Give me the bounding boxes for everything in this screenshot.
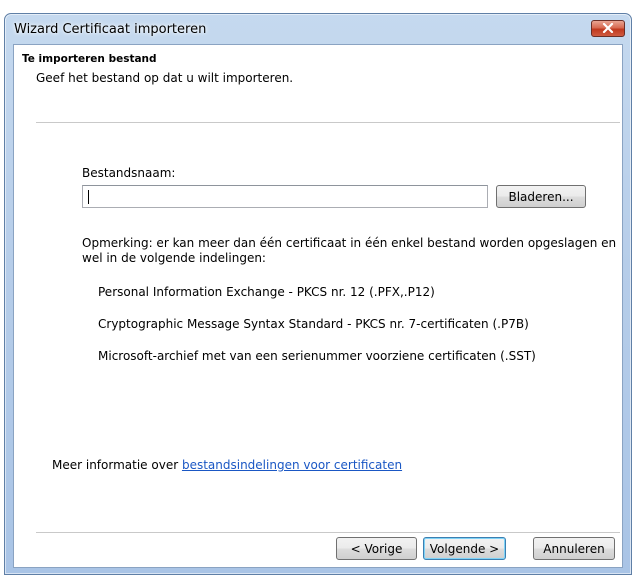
filename-label: Bestandsnaam:: [82, 166, 176, 180]
wizard-content: Te importeren bestand Geef het bestand o…: [13, 44, 623, 568]
next-button[interactable]: Volgende >: [423, 537, 506, 560]
close-button[interactable]: [591, 20, 625, 37]
window-title: Wizard Certificaat importeren: [14, 22, 207, 37]
page-title: Te importeren bestand: [22, 53, 157, 65]
browse-button[interactable]: Bladeren...: [496, 185, 586, 208]
page-subtitle: Geef het bestand op dat u wilt importere…: [36, 71, 294, 85]
close-icon: [602, 22, 614, 36]
footer-separator: [36, 532, 620, 534]
text-caret: [88, 190, 89, 204]
note-line-1: Opmerking: er kan meer dan één certifica…: [82, 236, 617, 250]
more-info-text: Meer informatie over bestandsindelingen …: [52, 458, 402, 472]
more-info-prefix: Meer informatie over: [52, 458, 182, 472]
dialog-window: Wizard Certificaat importeren Te importe…: [4, 13, 632, 575]
formats-help-link[interactable]: bestandsindelingen voor certificaten: [182, 458, 402, 472]
filename-input[interactable]: [82, 185, 488, 208]
format-item: Personal Information Exchange - PKCS nr.…: [98, 285, 435, 299]
format-item: Microsoft-archief met van een serienumme…: [98, 349, 536, 363]
note-line-2: wel in de volgende indelingen:: [82, 251, 266, 265]
back-button[interactable]: < Vorige: [336, 537, 417, 560]
header-separator: [36, 122, 620, 124]
background-window-edge: [0, 0, 637, 14]
format-item: Cryptographic Message Syntax Standard - …: [98, 317, 529, 331]
title-bar[interactable]: Wizard Certificaat importeren: [5, 14, 631, 44]
cancel-button[interactable]: Annuleren: [533, 537, 615, 560]
